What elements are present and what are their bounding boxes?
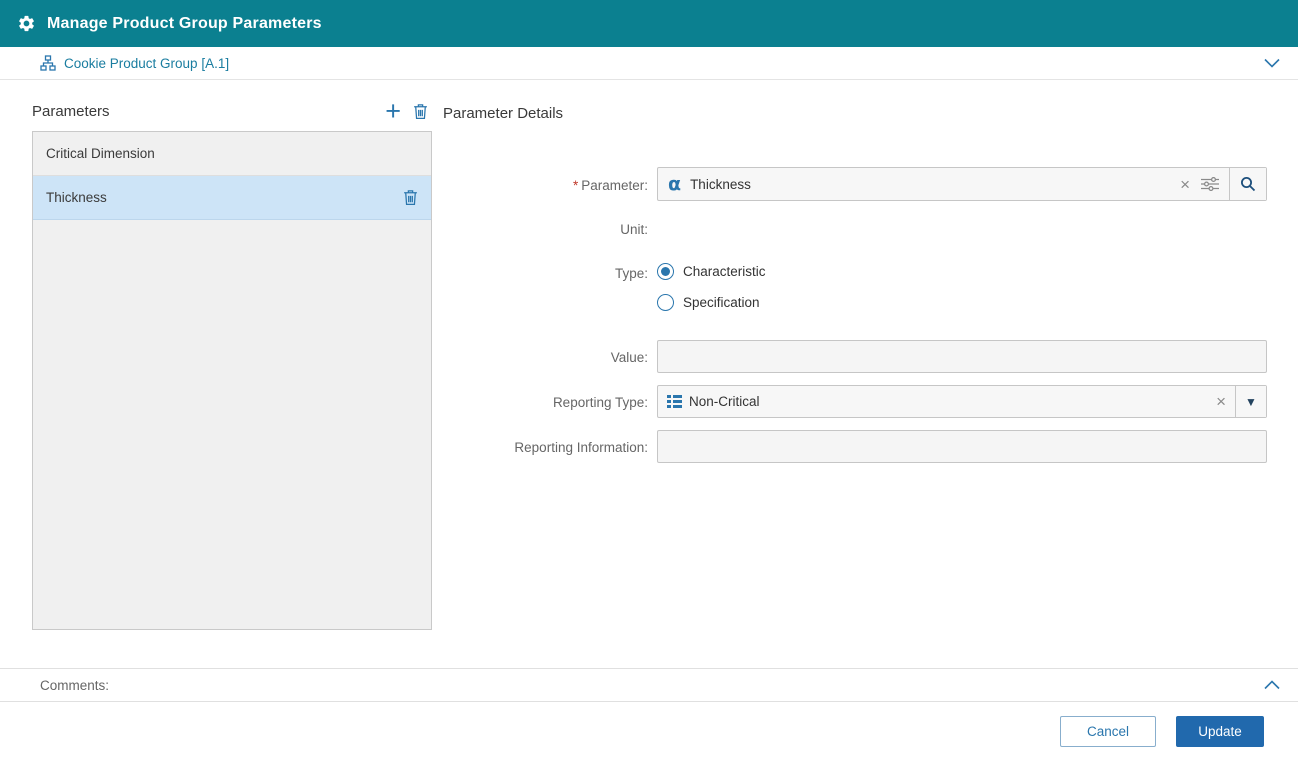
list-item-critical-dimension[interactable]: Critical Dimension [33, 132, 431, 176]
caret-down-icon: ▼ [1245, 395, 1257, 409]
chevron-up-icon[interactable] [1260, 676, 1284, 694]
parameter-label: *Parameter: [433, 177, 648, 194]
parameters-panel-header: Parameters + [32, 96, 432, 126]
tune-icon[interactable] [1199, 177, 1229, 191]
radio-icon [657, 294, 674, 311]
parameters-list: Critical Dimension Thickness [32, 131, 432, 630]
alpha-type-icon: α [658, 173, 690, 195]
delete-parameter-button[interactable] [409, 101, 432, 122]
gear-icon [17, 14, 36, 33]
reporting-type-label: Reporting Type: [433, 394, 648, 411]
cancel-button[interactable]: Cancel [1060, 716, 1156, 747]
radio-icon [657, 263, 674, 280]
value-field-wrap [657, 340, 1267, 373]
unit-label: Unit: [433, 221, 648, 238]
update-button[interactable]: Update [1176, 716, 1264, 747]
app-header: Manage Product Group Parameters [0, 0, 1298, 47]
hierarchy-icon [40, 55, 56, 71]
page-title: Manage Product Group Parameters [47, 15, 322, 33]
type-label: Type: [433, 265, 648, 282]
list-item-label: Critical Dimension [46, 146, 155, 161]
value-label: Value: [433, 349, 648, 366]
value-input[interactable] [658, 341, 1266, 372]
dropdown-arrow-button[interactable]: ▼ [1235, 386, 1266, 417]
comments-label: Comments: [40, 678, 109, 693]
footer-actions: Cancel Update [1060, 716, 1264, 747]
radio-characteristic[interactable]: Characteristic [657, 263, 766, 280]
row-trash-icon[interactable] [403, 189, 418, 206]
radio-specification[interactable]: Specification [657, 294, 760, 311]
search-button[interactable] [1229, 168, 1266, 200]
parameter-value: Thickness [690, 177, 751, 192]
add-parameter-button[interactable]: + [377, 100, 409, 122]
required-mark: * [573, 178, 578, 193]
clear-icon[interactable]: × [1207, 393, 1235, 410]
details-heading: Parameter Details [443, 105, 563, 122]
list-type-icon [658, 395, 689, 408]
context-link[interactable]: Cookie Product Group [A.1] [64, 56, 229, 71]
list-item-label: Thickness [46, 190, 107, 205]
reporting-type-dropdown[interactable]: Non-Critical × ▼ [657, 385, 1267, 418]
chevron-down-icon[interactable] [1260, 54, 1284, 72]
comments-section: Comments: [0, 668, 1298, 702]
reporting-type-value: Non-Critical [689, 394, 760, 409]
reporting-information-input[interactable] [658, 431, 1266, 462]
parameter-picker[interactable]: α Thickness × [657, 167, 1267, 201]
context-bar: Cookie Product Group [A.1] [0, 47, 1298, 80]
clear-icon[interactable]: × [1171, 176, 1199, 193]
reporting-information-field-wrap [657, 430, 1267, 463]
reporting-information-label: Reporting Information: [433, 439, 648, 456]
list-item-thickness[interactable]: Thickness [33, 176, 431, 220]
parameters-heading: Parameters [32, 103, 377, 120]
